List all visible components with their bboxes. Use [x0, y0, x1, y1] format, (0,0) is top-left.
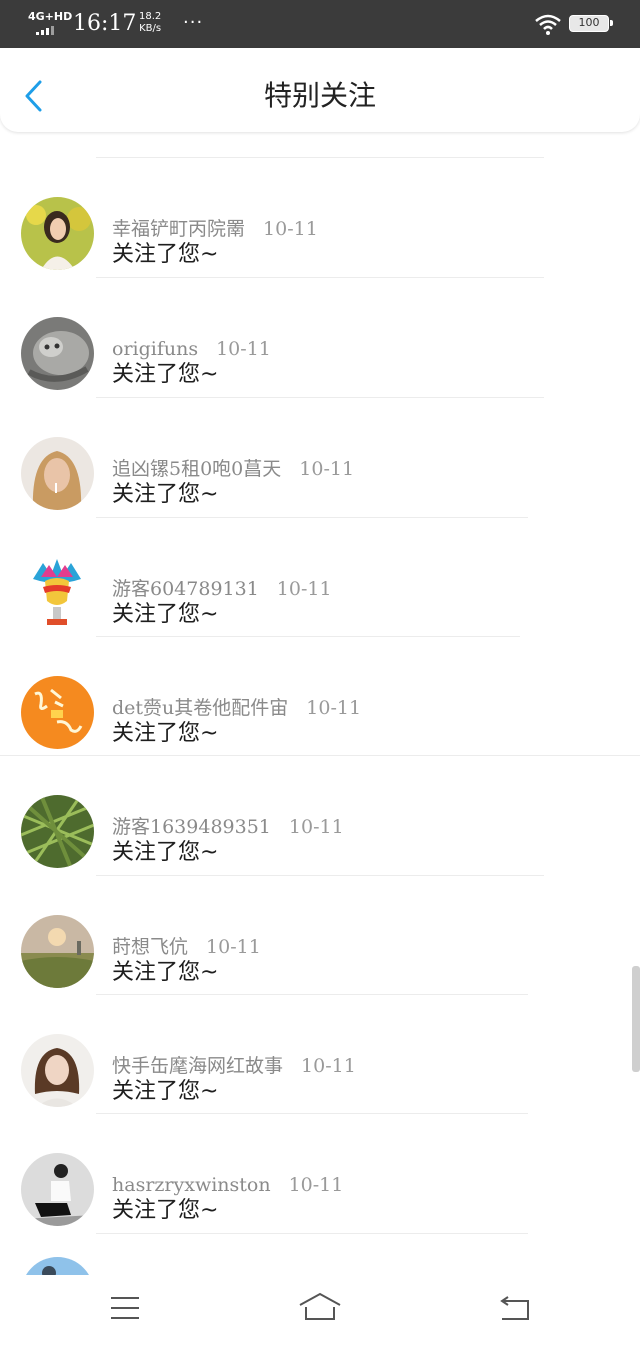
list-item[interactable]: origifuns 10-11 关注了您~ [0, 277, 640, 397]
user-name-line: 快手缶麾海网红故事 10-11 [112, 1053, 356, 1079]
user-name-line: det赍u其卷他配件宙 10-11 [112, 695, 361, 721]
message-text: 关注了您~ [112, 1198, 219, 1223]
avatar[interactable] [21, 915, 94, 988]
follow-list: 幸福铲町丙院罱 10-11 关注了您~ origifuns 10-11 关注了您~ … [0, 132, 640, 1275]
user-name-line: 幸福铲町丙院罱 10-11 [112, 216, 318, 242]
list-item[interactable]: 追凶镙5租0咆0菖天 10-11 关注了您~ [0, 397, 640, 517]
system-nav-bar [0, 1275, 640, 1351]
avatar[interactable] [21, 1034, 94, 1107]
clock: 16:17 [73, 11, 137, 36]
network-type: 4G+HD [28, 10, 73, 23]
follow-date: 10-11 [206, 936, 261, 958]
list-item[interactable]: 幸福铲町丙院罱 10-11 关注了您~ [0, 157, 640, 277]
user-name[interactable]: 追凶镙5租0咆0菖天 [112, 458, 281, 480]
wifi-icon [535, 14, 561, 35]
message-text: 关注了您~ [112, 1079, 219, 1104]
user-name[interactable]: 莳想飞伉 [112, 936, 188, 958]
list-item[interactable]: 快手缶麾海网红故事 10-11 关注了您~ [0, 994, 640, 1114]
message-text: 关注了您~ [112, 840, 219, 865]
follow-date: 10-11 [306, 697, 362, 719]
message-text: 关注了您~ [112, 242, 219, 267]
speed-unit: KB/s [139, 23, 162, 34]
divider [96, 1233, 528, 1234]
avatar[interactable] [21, 676, 94, 749]
avatar[interactable] [21, 795, 94, 868]
list-item[interactable]: 莳想飞伉 10-11 关注了您~ [0, 875, 640, 995]
signal-icon [36, 26, 54, 35]
user-name[interactable]: 幸福铲町丙院罱 [112, 218, 245, 240]
more-notifications-icon: ··· [183, 12, 204, 33]
list-item[interactable]: 游客1639489351 10-11 关注了您~ [0, 755, 640, 875]
user-name[interactable]: 游客1639489351 [112, 816, 271, 838]
message-text: 关注了您~ [112, 482, 219, 507]
user-name-line: hasrzryxwinston 10-11 [112, 1172, 343, 1198]
avatar[interactable] [21, 197, 94, 270]
follow-date: 10-11 [263, 218, 318, 240]
follow-date: 10-11 [301, 1055, 356, 1077]
avatar[interactable] [21, 437, 94, 510]
user-name-line: 游客604789131 10-11 [112, 576, 332, 602]
avatar-partial [21, 1257, 94, 1275]
follow-date: 10-11 [216, 338, 271, 360]
user-name-line: origifuns 10-11 [112, 336, 271, 362]
speed-value: 18.2 [139, 11, 162, 22]
menu-icon[interactable] [109, 1295, 141, 1321]
avatar[interactable] [21, 557, 94, 630]
avatar-partial [40, 132, 70, 134]
return-icon[interactable] [498, 1295, 532, 1321]
list-item[interactable]: 游客604789131 10-11 关注了您~ [0, 517, 640, 637]
user-name[interactable]: 快手缶麾海网红故事 [112, 1055, 283, 1077]
user-name[interactable]: det赍u其卷他配件宙 [112, 697, 288, 719]
network-speed: 18.2 KB/s [139, 11, 161, 35]
user-name-line: 莳想飞伉 10-11 [112, 934, 261, 960]
page-title: 特别关注 [263, 79, 376, 112]
user-name-line: 游客1639489351 10-11 [112, 814, 344, 840]
home-icon[interactable] [298, 1291, 342, 1323]
user-name-line: 追凶镙5租0咆0菖天 10-11 [112, 456, 354, 482]
list-item[interactable]: det赍u其卷他配件宙 10-11 关注了您~ [0, 636, 640, 756]
status-bar: 4G+HD 16:17 18.2 KB/s ··· 100 [0, 0, 640, 48]
follow-date: 10-11 [299, 458, 355, 480]
message-text: 关注了您~ [112, 721, 219, 746]
follow-date: 10-11 [276, 578, 332, 600]
message-text: 关注了您~ [112, 362, 219, 387]
follow-date: 10-11 [288, 816, 344, 838]
header: 特别关注 [0, 48, 640, 132]
scrollbar[interactable] [632, 966, 640, 1072]
avatar[interactable] [21, 317, 94, 390]
user-name[interactable]: hasrzryxwinston [112, 1174, 271, 1196]
message-text: 关注了您~ [112, 602, 219, 627]
message-text: 关注了您~ [112, 960, 219, 985]
user-name[interactable]: 游客604789131 [112, 578, 259, 600]
list-item[interactable]: hasrzryxwinston 10-11 关注了您~ [0, 1113, 640, 1233]
follow-date: 10-11 [288, 1174, 344, 1196]
battery-icon: 100 [569, 15, 613, 32]
avatar[interactable] [21, 1153, 94, 1226]
user-name[interactable]: origifuns [112, 338, 198, 360]
